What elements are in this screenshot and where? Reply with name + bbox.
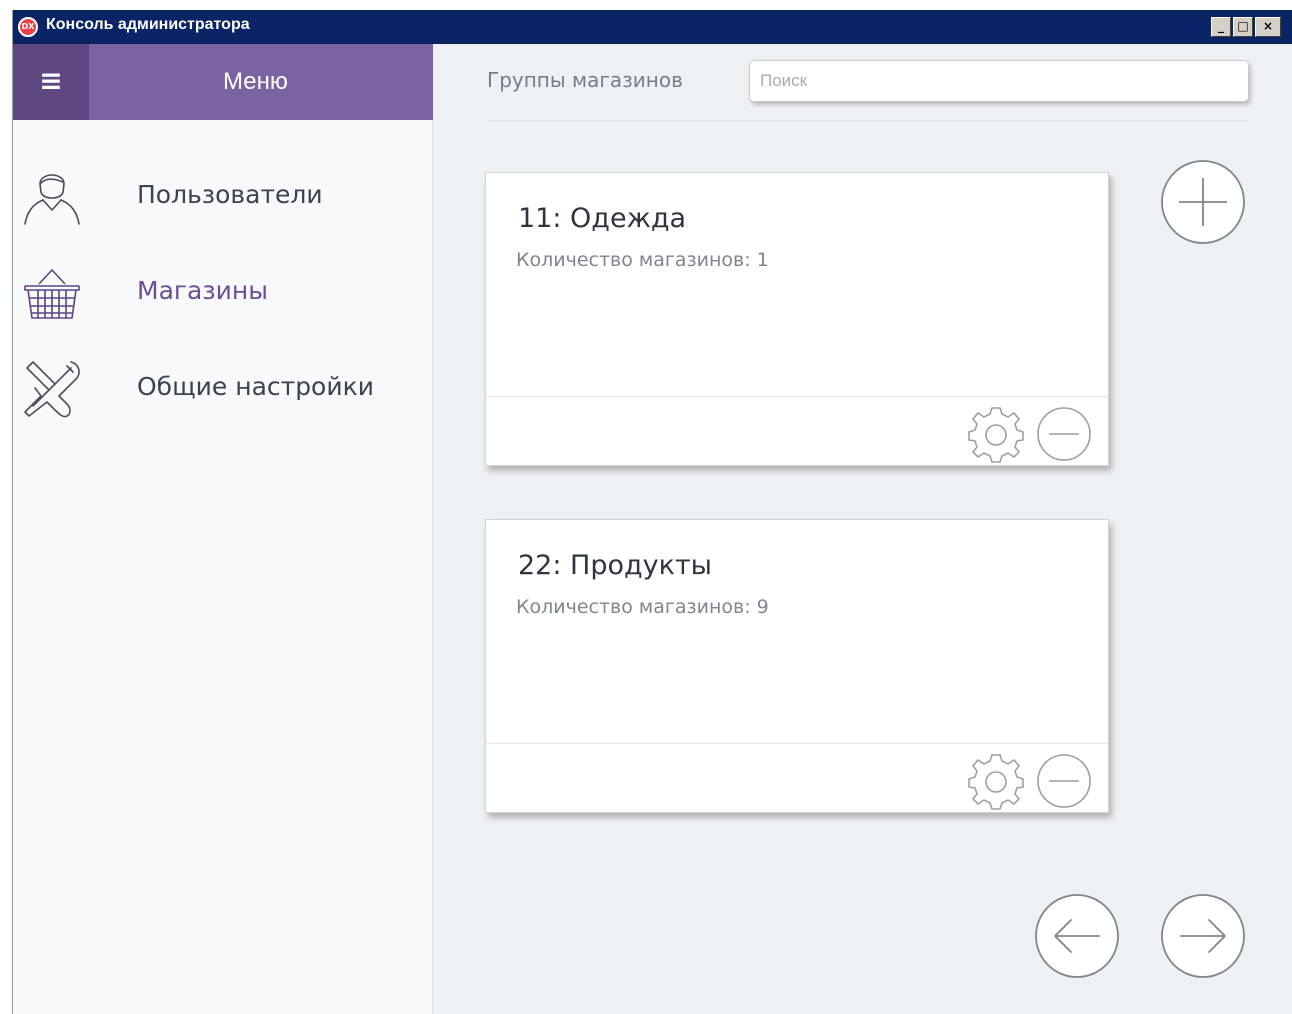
tools-icon	[24, 361, 80, 418]
card-divider	[486, 396, 1108, 397]
group-store-count: Количество магазинов: 9	[516, 596, 769, 618]
sidebar-item-label: Общие настройки	[137, 372, 374, 401]
sidebar: ≡ Меню Пользователи Магазины Общие настр…	[13, 44, 433, 1014]
card-divider	[486, 743, 1108, 744]
group-store-count: Количество магазинов: 1	[516, 249, 769, 271]
minus-circle-icon[interactable]	[1034, 407, 1094, 461]
sidebar-item-label: Магазины	[137, 276, 268, 305]
gear-icon[interactable]	[966, 405, 1026, 463]
next-page-button[interactable]	[1159, 892, 1247, 980]
sidebar-item-users[interactable]: Пользователи	[13, 158, 433, 236]
app-window: DX Консоль администратора _ □ × ≡ Меню П…	[12, 10, 1292, 1014]
gear-icon[interactable]	[966, 752, 1026, 810]
minus-circle-icon[interactable]	[1034, 754, 1094, 808]
header-divider	[487, 120, 1249, 121]
app-logo-icon: DX	[18, 17, 38, 37]
main-content: Группы магазинов 11: Одежда Количество м…	[433, 44, 1292, 1014]
basket-icon	[24, 269, 80, 319]
user-icon	[24, 174, 80, 225]
search-input[interactable]	[749, 60, 1249, 102]
previous-page-button[interactable]	[1033, 892, 1121, 980]
group-title: 11: Одежда	[518, 203, 687, 234]
page-title: Группы магазинов	[487, 68, 683, 92]
group-title: 22: Продукты	[518, 550, 712, 581]
store-group-card[interactable]: 22: Продукты Количество магазинов: 9	[485, 519, 1109, 813]
store-group-card[interactable]: 11: Одежда Количество магазинов: 1	[485, 172, 1109, 466]
hamburger-icon[interactable]: ≡	[13, 44, 89, 120]
sidebar-item-shops[interactable]: Магазины	[13, 254, 433, 332]
window-title: Консоль администратора	[46, 16, 250, 33]
maximize-button[interactable]: □	[1233, 17, 1253, 37]
menu-header: ≡ Меню	[13, 44, 433, 120]
add-group-button[interactable]	[1159, 158, 1247, 246]
close-button[interactable]: ×	[1255, 17, 1281, 37]
menu-title: Меню	[223, 68, 288, 95]
sidebar-item-settings[interactable]: Общие настройки	[13, 350, 433, 428]
sidebar-item-label: Пользователи	[137, 180, 323, 209]
minimize-button[interactable]: _	[1211, 17, 1231, 37]
title-bar[interactable]: DX Консоль администратора _ □ ×	[13, 10, 1292, 44]
